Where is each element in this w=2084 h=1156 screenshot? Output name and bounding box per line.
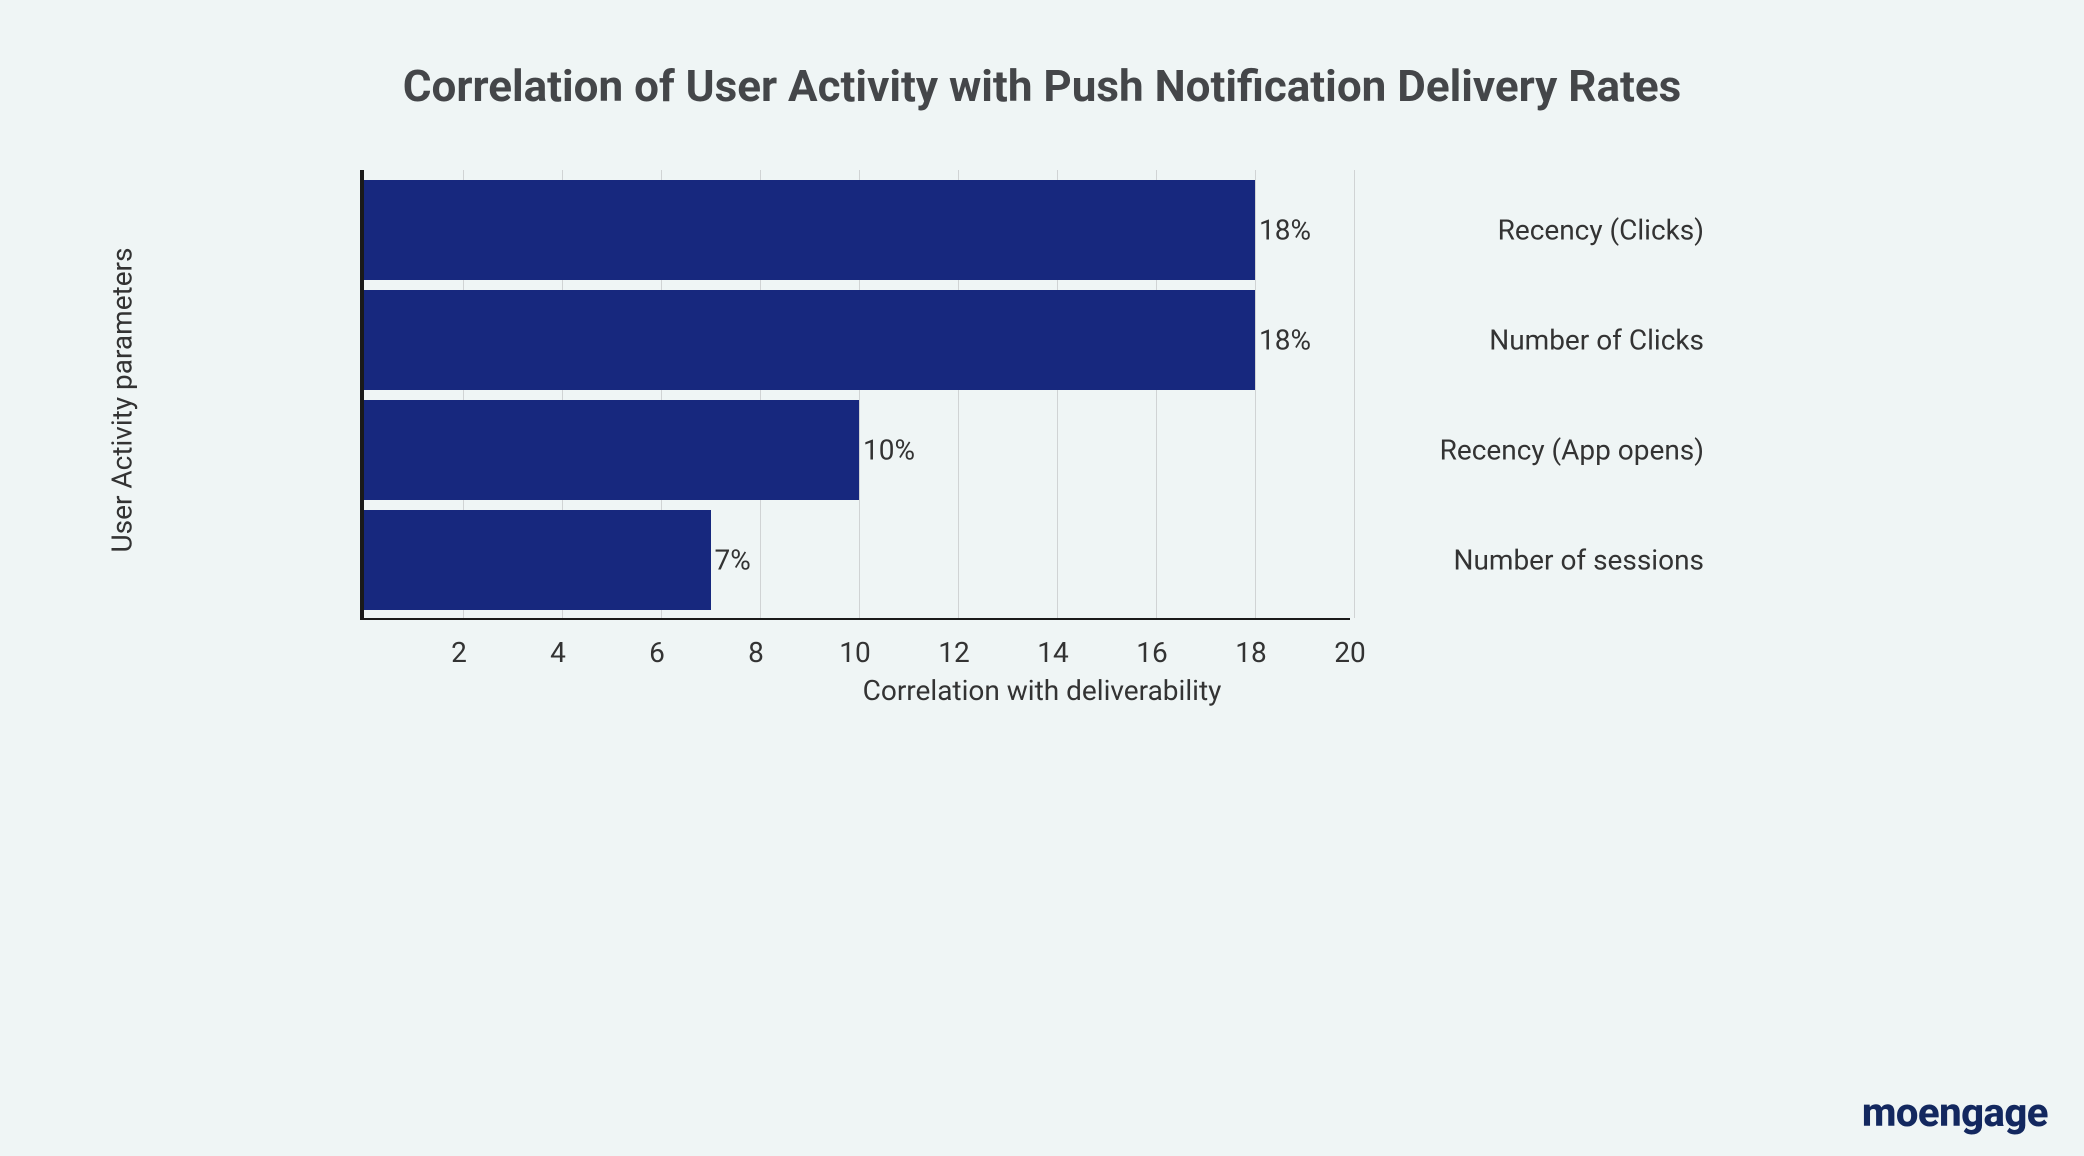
x-tick-label: 8 [748,636,764,669]
category-label: Recency (App opens) [1440,434,1704,467]
x-tick-label: 20 [1334,636,1365,669]
chart-title: Correlation of User Activity with Push N… [0,60,2084,112]
x-tick-label: 2 [451,636,467,669]
bar [364,290,1255,390]
bar [364,400,859,500]
x-tick-label: 18 [1235,636,1266,669]
brand-logo: moengage [1862,1089,2048,1136]
category-label: Number of Clicks [1489,324,1704,357]
x-tick-label: 6 [649,636,665,669]
x-tick-label: 4 [550,636,566,669]
x-axis-label: Correlation with deliverability [0,674,2084,707]
bar-data-label: 10% [863,434,915,467]
plot-area: 18% 18% 10% 7% [360,170,1350,620]
x-tick-label: 10 [839,636,870,669]
gridline [1354,170,1355,618]
category-label: Recency (Clicks) [1498,214,1704,247]
gridline [1255,170,1256,618]
x-tick-label: 14 [1037,636,1068,669]
bar [364,510,711,610]
category-label: Number of sessions [1453,544,1704,577]
bar-data-label: 7% [715,544,751,577]
x-tick-label: 16 [1136,636,1167,669]
y-axis-label: User Activity parameters [106,248,139,553]
x-tick-label: 12 [938,636,969,669]
bar-data-label: 18% [1259,214,1311,247]
bar-data-label: 18% [1259,324,1311,357]
bar [364,180,1255,280]
